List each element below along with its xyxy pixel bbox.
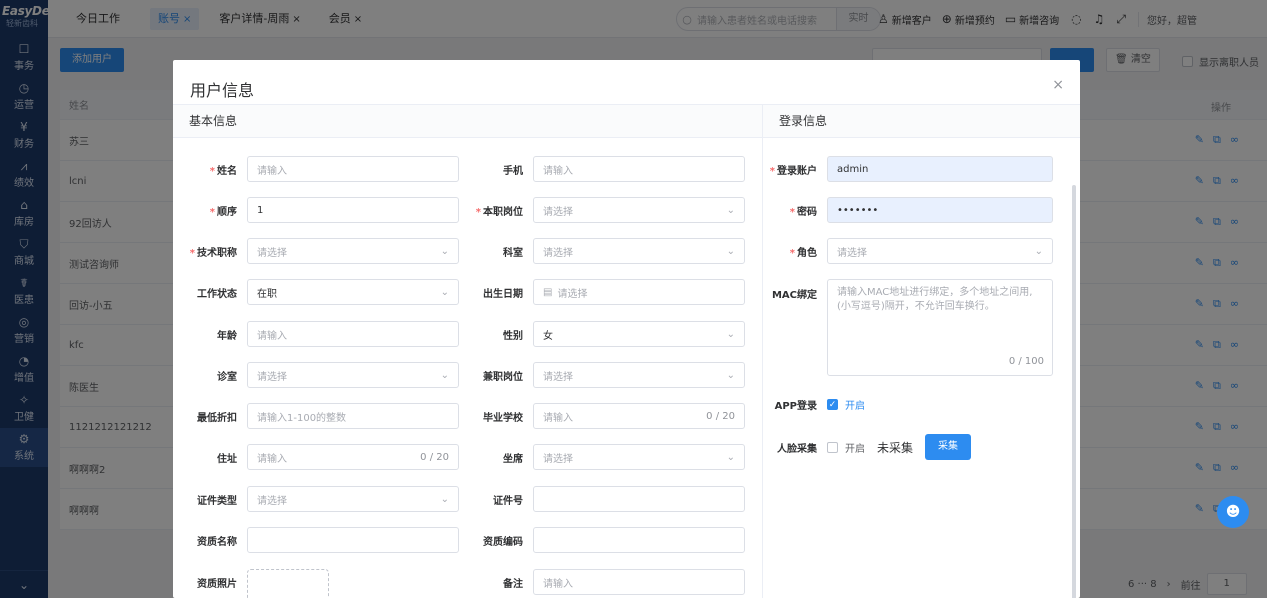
age-field: 年龄 请输入 [183, 321, 459, 347]
app-login-field: APP登录 ✓ 开启 [763, 397, 865, 412]
chevron-down-icon: ⌄ [440, 493, 449, 505]
app-login-checkbox[interactable]: ✓ 开启 [827, 397, 865, 412]
title-field: * 技术职称 请选择 ⌄ [183, 238, 459, 264]
age-input[interactable]: 请输入 [247, 321, 459, 347]
name-input[interactable]: 请输入 [247, 156, 459, 182]
char-count: 0 / 20 [420, 451, 449, 463]
chevron-down-icon: ⌄ [440, 245, 449, 257]
part-position-field: 兼职岗位 请选择 ⌄ [469, 362, 745, 388]
role-select[interactable]: 请选择 ⌄ [827, 238, 1053, 264]
login-info-heading: 登录信息 [763, 105, 1080, 138]
chevron-down-icon: ⌄ [1034, 245, 1043, 257]
qual-code-input[interactable] [533, 527, 745, 553]
calendar-icon: ▤ [543, 286, 553, 298]
qual-code-field: 资质编码 [469, 527, 745, 553]
password-field: * 密码 ••••••• [763, 197, 1053, 223]
order-input[interactable]: 1 [247, 197, 459, 223]
chevron-down-icon: ⌄ [440, 369, 449, 381]
clinic-room-select[interactable]: 请选择 ⌄ [247, 362, 459, 388]
min-discount-field: 最低折扣 请输入1-100的整数 [183, 403, 459, 429]
mac-field: MAC绑定 请输入MAC地址进行绑定，多个地址之间用,(小写逗号)隔开，不允许回… [763, 279, 1053, 376]
account-input[interactable]: admin [827, 156, 1053, 182]
dept-select[interactable]: 请选择 ⌄ [533, 238, 745, 264]
chevron-down-icon: ⌄ [726, 369, 735, 381]
address-field: 住址 请输入 0 / 20 [183, 444, 459, 470]
chevron-down-icon: ⌄ [726, 204, 735, 216]
gender-select[interactable]: 女 ⌄ [533, 321, 745, 347]
id-no-field: 证件号 [469, 486, 745, 512]
address-input[interactable]: 请输入 0 / 20 [247, 444, 459, 470]
check-icon: ✓ [827, 399, 838, 410]
id-type-select[interactable]: 请选择 ⌄ [247, 486, 459, 512]
face-capture-field: 人脸采集 开启 未采集 采集 [763, 434, 972, 460]
phone-field: 手机 请输入 [469, 156, 745, 182]
dept-field: 科室 请选择 ⌄ [469, 238, 745, 264]
clinic-room-field: 诊室 请选择 ⌄ [183, 362, 459, 388]
char-count: 0 / 100 [1008, 356, 1044, 367]
basic-info-heading: 基本信息 [173, 105, 762, 138]
role-field: * 角色 请选择 ⌄ [763, 238, 1053, 264]
chevron-down-icon: ⌄ [440, 286, 449, 298]
face-status: 未采集 [877, 440, 914, 455]
qual-name-input[interactable] [247, 527, 459, 553]
face-capture-checkbox[interactable]: 开启 [827, 440, 865, 455]
password-input[interactable]: ••••••• [827, 197, 1053, 223]
position-field: * 本职岗位 请选择 ⌄ [469, 197, 745, 223]
checkbox-box [827, 441, 838, 453]
char-count: 0 / 20 [706, 410, 735, 422]
remark-input[interactable]: 请输入 [533, 569, 745, 595]
qual-name-field: 资质名称 [183, 527, 459, 553]
id-type-field: 证件类型 请选择 ⌄ [183, 486, 459, 512]
scrollbar[interactable] [1072, 185, 1076, 598]
order-field: * 顺序 1 [183, 197, 459, 223]
seat-select[interactable]: 请选择 ⌄ [533, 444, 745, 470]
birthday-picker[interactable]: ▤ 请选择 [533, 279, 745, 305]
user-info-dialog: 用户信息 × 基本信息 * 姓名 请输入 手机 请输入 * 顺序 1 * 本职岗位 请… [173, 60, 1080, 598]
gender-field: 性别 女 ⌄ [469, 321, 745, 347]
school-field: 毕业学校 请输入 0 / 20 [469, 403, 745, 429]
remark-field: 备注 请输入 [469, 569, 745, 595]
work-status-field: 工作状态 在职 ⌄ [183, 279, 459, 305]
chevron-down-icon: ⌄ [726, 451, 735, 463]
id-no-input[interactable] [533, 486, 745, 512]
close-icon[interactable]: × [1052, 77, 1064, 93]
capture-button[interactable]: 采集 [925, 434, 972, 460]
phone-input[interactable]: 请输入 [533, 156, 745, 182]
name-field: * 姓名 请输入 [183, 156, 459, 182]
mac-textarea[interactable]: 请输入MAC地址进行绑定，多个地址之间用,(小写逗号)隔开，不允许回车换行。 0 … [827, 279, 1053, 376]
position-select[interactable]: 请选择 ⌄ [533, 197, 745, 223]
basic-info-section: 基本信息 * 姓名 请输入 手机 请输入 * 顺序 1 * 本职岗位 请选择 ⌄ * 技术… [173, 104, 762, 598]
qual-photo-field: 资质照片 [183, 569, 329, 598]
chevron-down-icon: ⌄ [726, 245, 735, 257]
work-status-select[interactable]: 在职 ⌄ [247, 279, 459, 305]
birthday-field: 出生日期 ▤ 请选择 [469, 279, 745, 305]
account-field: * 登录账户 admin [763, 156, 1053, 182]
photo-upload[interactable] [247, 569, 329, 598]
min-discount-input[interactable]: 请输入1-100的整数 [247, 403, 459, 429]
login-info-section: 登录信息 * 登录账户 admin * 密码 ••••••• * 角色 请选择 ⌄ MA… [762, 104, 1080, 598]
assistant-avatar-icon[interactable]: ☻ [1217, 496, 1249, 528]
chevron-down-icon: ⌄ [726, 328, 735, 340]
part-position-select[interactable]: 请选择 ⌄ [533, 362, 745, 388]
dialog-title: 用户信息 [190, 81, 255, 100]
seat-field: 坐席 请选择 ⌄ [469, 444, 745, 470]
school-input[interactable]: 请输入 0 / 20 [533, 403, 745, 429]
title-select[interactable]: 请选择 ⌄ [247, 238, 459, 264]
